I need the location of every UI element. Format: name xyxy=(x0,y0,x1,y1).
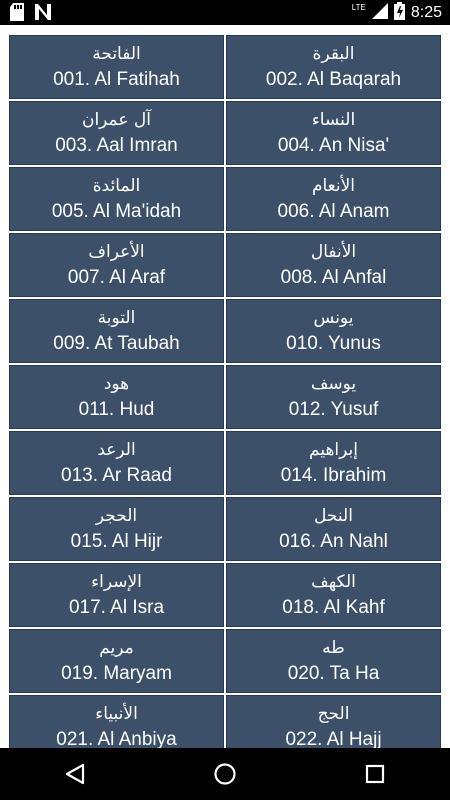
signal-icon xyxy=(371,3,388,23)
status-bar: LTE 8:25 xyxy=(0,0,450,25)
surah-button[interactable]: الحج 022. Al Hajj xyxy=(226,695,441,748)
surah-english-name: 008. Al Anfal xyxy=(280,266,387,288)
surah-arabic-name: الرعد xyxy=(97,439,136,460)
surah-english-name: 001. Al Fatihah xyxy=(53,68,180,90)
surah-button[interactable]: يونس 010. Yunus xyxy=(226,299,441,363)
surah-arabic-name: طه xyxy=(322,637,345,658)
surah-button[interactable]: الفاتحة 001. Al Fatihah xyxy=(9,35,224,99)
surah-english-name: 006. Al Anam xyxy=(277,200,390,222)
surah-english-name: 021. Al Anbiya xyxy=(56,728,177,749)
clock: 8:25 xyxy=(410,4,442,21)
surah-english-name: 022. Al Hajj xyxy=(285,728,382,749)
surah-button[interactable]: النحل 016. An Nahl xyxy=(226,497,441,561)
surah-button[interactable]: الإسراء 017. Al Isra xyxy=(9,563,224,627)
surah-arabic-name: الأنعام xyxy=(311,175,356,196)
surah-grid: الفاتحة 001. Al Fatihah البقرة 002. Al Baqa… xyxy=(9,35,442,748)
surah-arabic-name: الحجر xyxy=(95,505,138,526)
surah-english-name: 002. Al Baqarah xyxy=(265,68,402,90)
home-icon xyxy=(214,763,236,785)
back-icon xyxy=(65,763,85,785)
surah-button[interactable]: البقرة 002. Al Baqarah xyxy=(226,35,441,99)
surah-english-name: 016. An Nahl xyxy=(279,530,388,552)
surah-arabic-name: النساء xyxy=(311,109,356,130)
recents-icon xyxy=(365,764,385,784)
surah-button[interactable]: آل عمران 003. Aal Imran xyxy=(9,101,224,165)
surah-english-name: 009. At Taubah xyxy=(53,332,180,354)
surah-arabic-name: هود xyxy=(103,373,130,394)
surah-english-name: 015. Al Hijr xyxy=(70,530,163,552)
surah-english-name: 011. Hud xyxy=(78,398,155,420)
surah-arabic-name: مريم xyxy=(99,637,134,658)
surah-list[interactable]: الفاتحة 001. Al Fatihah البقرة 002. Al Baqa… xyxy=(0,25,450,748)
lte-label: LTE xyxy=(351,3,366,12)
surah-button[interactable]: الأنعام 006. Al Anam xyxy=(226,167,441,231)
surah-english-name: 017. Al Isra xyxy=(68,596,165,618)
surah-arabic-name: آل عمران xyxy=(81,109,152,130)
surah-english-name: 005. Al Ma'idah xyxy=(51,200,182,222)
surah-button[interactable]: الأعراف 007. Al Araf xyxy=(9,233,224,297)
surah-arabic-name: الأعراف xyxy=(88,241,145,262)
surah-button[interactable]: النساء 004. An Nisa' xyxy=(226,101,441,165)
surah-english-name: 013. Ar Raad xyxy=(61,464,172,486)
home-button[interactable] xyxy=(205,754,245,794)
surah-button[interactable]: يوسف 012. Yusuf xyxy=(226,365,441,429)
surah-english-name: 003. Aal Imran xyxy=(55,134,178,156)
status-right: LTE 8:25 xyxy=(352,2,442,24)
surah-button[interactable]: التوبة 009. At Taubah xyxy=(9,299,224,363)
surah-arabic-name: التوبة xyxy=(97,307,136,328)
surah-arabic-name: الأنبياء xyxy=(95,703,138,724)
surah-button[interactable]: الحجر 015. Al Hijr xyxy=(9,497,224,561)
surah-english-name: 010. Yunus xyxy=(286,332,381,354)
navigation-bar xyxy=(0,748,450,800)
surah-button[interactable]: الأنفال 008. Al Anfal xyxy=(226,233,441,297)
surah-english-name: 019. Maryam xyxy=(61,662,172,684)
surah-arabic-name: البقرة xyxy=(312,43,355,64)
surah-english-name: 020. Ta Ha xyxy=(287,662,380,684)
surah-arabic-name: الأنفال xyxy=(310,241,357,262)
status-left xyxy=(10,3,52,25)
surah-arabic-name: الحج xyxy=(317,703,350,724)
surah-button[interactable]: إبراهيم 014. Ibrahim xyxy=(226,431,441,495)
sd-card-icon xyxy=(10,3,24,25)
surah-button[interactable]: الكهف 018. Al Kahf xyxy=(226,563,441,627)
surah-button[interactable]: المائدة 005. Al Ma'idah xyxy=(9,167,224,231)
surah-english-name: 004. An Nisa' xyxy=(277,134,390,156)
surah-english-name: 014. Ibrahim xyxy=(280,464,387,486)
surah-arabic-name: النحل xyxy=(314,505,353,526)
surah-button[interactable]: الأنبياء 021. Al Anbiya xyxy=(9,695,224,748)
surah-english-name: 012. Yusuf xyxy=(288,398,379,420)
surah-arabic-name: الكهف xyxy=(311,571,356,592)
surah-arabic-name: الإسراء xyxy=(91,571,142,592)
surah-english-name: 018. Al Kahf xyxy=(282,596,385,618)
surah-english-name: 007. Al Araf xyxy=(67,266,166,288)
back-button[interactable] xyxy=(55,754,95,794)
surah-button[interactable]: هود 011. Hud xyxy=(9,365,224,429)
surah-arabic-name: المائدة xyxy=(92,175,141,196)
recents-button[interactable] xyxy=(355,754,395,794)
surah-arabic-name: يونس xyxy=(313,307,354,328)
surah-button[interactable]: مريم 019. Maryam xyxy=(9,629,224,693)
surah-button[interactable]: طه 020. Ta Ha xyxy=(226,629,441,693)
surah-arabic-name: يوسف xyxy=(310,373,357,394)
battery-charging-icon xyxy=(393,2,405,24)
surah-button[interactable]: الرعد 013. Ar Raad xyxy=(9,431,224,495)
surah-arabic-name: الفاتحة xyxy=(92,43,141,64)
surah-arabic-name: إبراهيم xyxy=(309,439,358,460)
notification-n-icon xyxy=(34,4,52,24)
